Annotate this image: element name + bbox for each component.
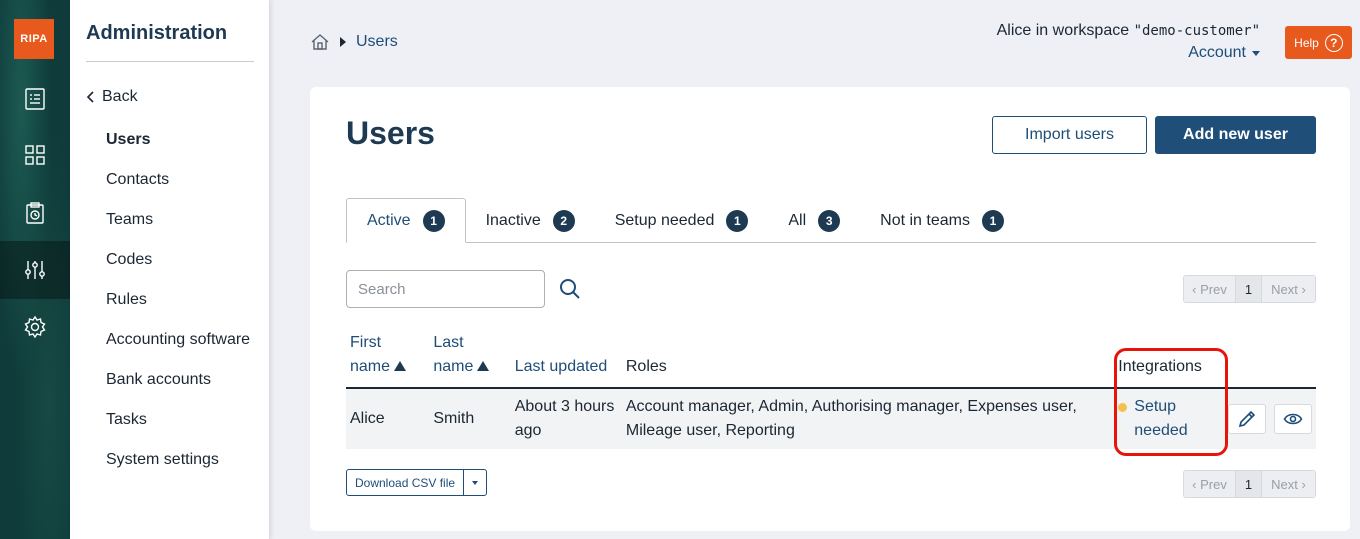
back-label: Back [102, 88, 138, 105]
sidebar-item-bank-accounts[interactable]: Bank accounts [106, 368, 266, 392]
back-link[interactable]: Back [86, 88, 138, 106]
tab-label: Setup needed [614, 211, 715, 229]
gear-icon[interactable] [0, 298, 70, 356]
pagination-top: ‹ Prev 1 Next › [1183, 275, 1316, 303]
sort-asc-icon [477, 361, 490, 371]
sidebar-item-contacts[interactable]: Contacts [106, 168, 266, 192]
ripa-logo[interactable]: RIPA [14, 19, 54, 59]
search-input[interactable] [346, 270, 545, 308]
page-number[interactable]: 1 [1236, 471, 1262, 497]
tab-label: Not in teams [880, 211, 970, 229]
sidebar-item-users[interactable]: Users [106, 128, 266, 152]
sidebar-item-tasks[interactable]: Tasks [106, 408, 266, 432]
help-button[interactable]: Help ? [1285, 26, 1352, 59]
sidebar-nav: Users Contacts Teams Codes Rules Account… [106, 128, 266, 488]
sidebar-item-system-settings[interactable]: System settings [106, 448, 266, 472]
cell-last-name: Smith [429, 388, 511, 449]
download-csv-button[interactable]: Download CSV file [347, 470, 465, 495]
users-table: First name Last name Last updated Roles In… [346, 331, 1316, 449]
users-card: Users Import users Add new user Active 1 … [310, 87, 1350, 531]
tab-not-in-teams[interactable]: Not in teams 1 [860, 198, 1024, 243]
count-badge: 3 [818, 209, 841, 232]
header-integrations: Integrations [1114, 331, 1224, 389]
cell-first-name: Alice [346, 388, 430, 449]
user-tabs: Active 1 Inactive 2 Setup needed 1 All 3 Not… [346, 198, 1316, 243]
caret-down-icon [1252, 50, 1260, 56]
header-last-name-line2: name [433, 358, 474, 375]
count-badge: 1 [981, 209, 1004, 232]
pagination-bottom: ‹ Prev 1 Next › [1183, 470, 1316, 498]
receipt-icon[interactable] [0, 70, 70, 128]
cell-actions [1224, 388, 1316, 449]
header-first-name-line1: First [350, 334, 382, 351]
help-label: Help [1294, 35, 1319, 50]
count-badge: 1 [422, 209, 445, 232]
sidebar-title: Administration [86, 22, 228, 44]
grid-icon[interactable] [0, 126, 70, 184]
breadcrumb-separator-icon [340, 37, 346, 47]
admin-sidebar: Administration Back Users Contacts Teams… [70, 0, 270, 539]
header-roles: Roles [621, 331, 1115, 389]
user-name: Alice in workspace [996, 22, 1134, 39]
chevron-left-icon [86, 91, 94, 103]
header-first-name-line2: name [350, 358, 391, 375]
tab-all[interactable]: All 3 [768, 198, 860, 243]
tab-active[interactable]: Active 1 [346, 198, 466, 243]
edit-user-button[interactable] [1228, 404, 1266, 434]
sidebar-item-codes[interactable]: Codes [106, 248, 266, 272]
breadcrumb-current[interactable]: Users [356, 33, 398, 51]
table-row[interactable]: Alice Smith About 3 hours ago Account ma… [346, 388, 1316, 449]
caret-down-icon [472, 480, 479, 485]
prev-page-button[interactable]: ‹ Prev [1184, 276, 1236, 302]
table-header-row: First name Last name Last updated Roles In… [346, 331, 1316, 389]
next-page-button[interactable]: Next › [1262, 471, 1315, 497]
clipboard-clock-icon[interactable] [0, 184, 70, 242]
account-menu[interactable]: Account [1188, 44, 1260, 62]
add-new-user-button[interactable]: Add new user [1155, 116, 1316, 154]
header-last-name-line1: Last [433, 334, 464, 351]
workspace-label: Alice in workspace "demo-customer" [997, 22, 1260, 40]
search-icon[interactable] [558, 277, 582, 301]
cell-roles: Account manager, Admin, Authorising mana… [621, 388, 1115, 449]
header-first-name[interactable]: First name [346, 331, 430, 389]
pencil-icon [1238, 410, 1256, 428]
sort-asc-icon [394, 361, 407, 371]
cell-integrations: Setup needed [1114, 388, 1224, 449]
sidebar-divider [86, 61, 254, 62]
page-title: Users [346, 115, 435, 151]
cell-last-updated: About 3 hours ago [510, 388, 622, 449]
question-circle-icon: ? [1324, 33, 1343, 52]
count-badge: 2 [552, 209, 575, 232]
tab-label: All [788, 211, 807, 229]
account-area: Alice in workspace "demo-customer" Accou… [997, 22, 1260, 62]
sidebar-item-teams[interactable]: Teams [106, 208, 266, 232]
account-label: Account [1188, 44, 1246, 61]
header-actions [1224, 331, 1316, 389]
header-last-name[interactable]: Last name [429, 331, 511, 389]
download-csv-split-button: Download CSV file [346, 469, 488, 496]
tab-label: Active [367, 211, 411, 229]
status-dot-icon [1118, 403, 1128, 412]
breadcrumb: Users [310, 32, 398, 52]
page-number[interactable]: 1 [1236, 276, 1262, 302]
tab-inactive[interactable]: Inactive 2 [466, 198, 595, 243]
eye-icon [1283, 413, 1303, 425]
tab-label: Inactive [485, 211, 541, 229]
sidebar-item-rules[interactable]: Rules [106, 288, 266, 312]
sidebar-item-accounting-software[interactable]: Accounting software [106, 328, 266, 352]
prev-page-button[interactable]: ‹ Prev [1184, 471, 1236, 497]
sliders-icon[interactable] [0, 241, 70, 299]
import-users-button[interactable]: Import users [992, 116, 1147, 154]
count-badge: 1 [726, 209, 749, 232]
home-icon[interactable] [310, 32, 330, 52]
tab-setup-needed[interactable]: Setup needed 1 [595, 198, 769, 243]
icon-rail: RIPA [0, 0, 70, 539]
view-user-button[interactable] [1274, 404, 1312, 434]
download-options-toggle[interactable] [464, 470, 486, 495]
next-page-button[interactable]: Next › [1262, 276, 1315, 302]
workspace-name: "demo-customer" [1133, 23, 1260, 39]
integration-status-link[interactable]: Setup needed [1134, 395, 1204, 443]
header-last-updated[interactable]: Last updated [510, 331, 622, 389]
